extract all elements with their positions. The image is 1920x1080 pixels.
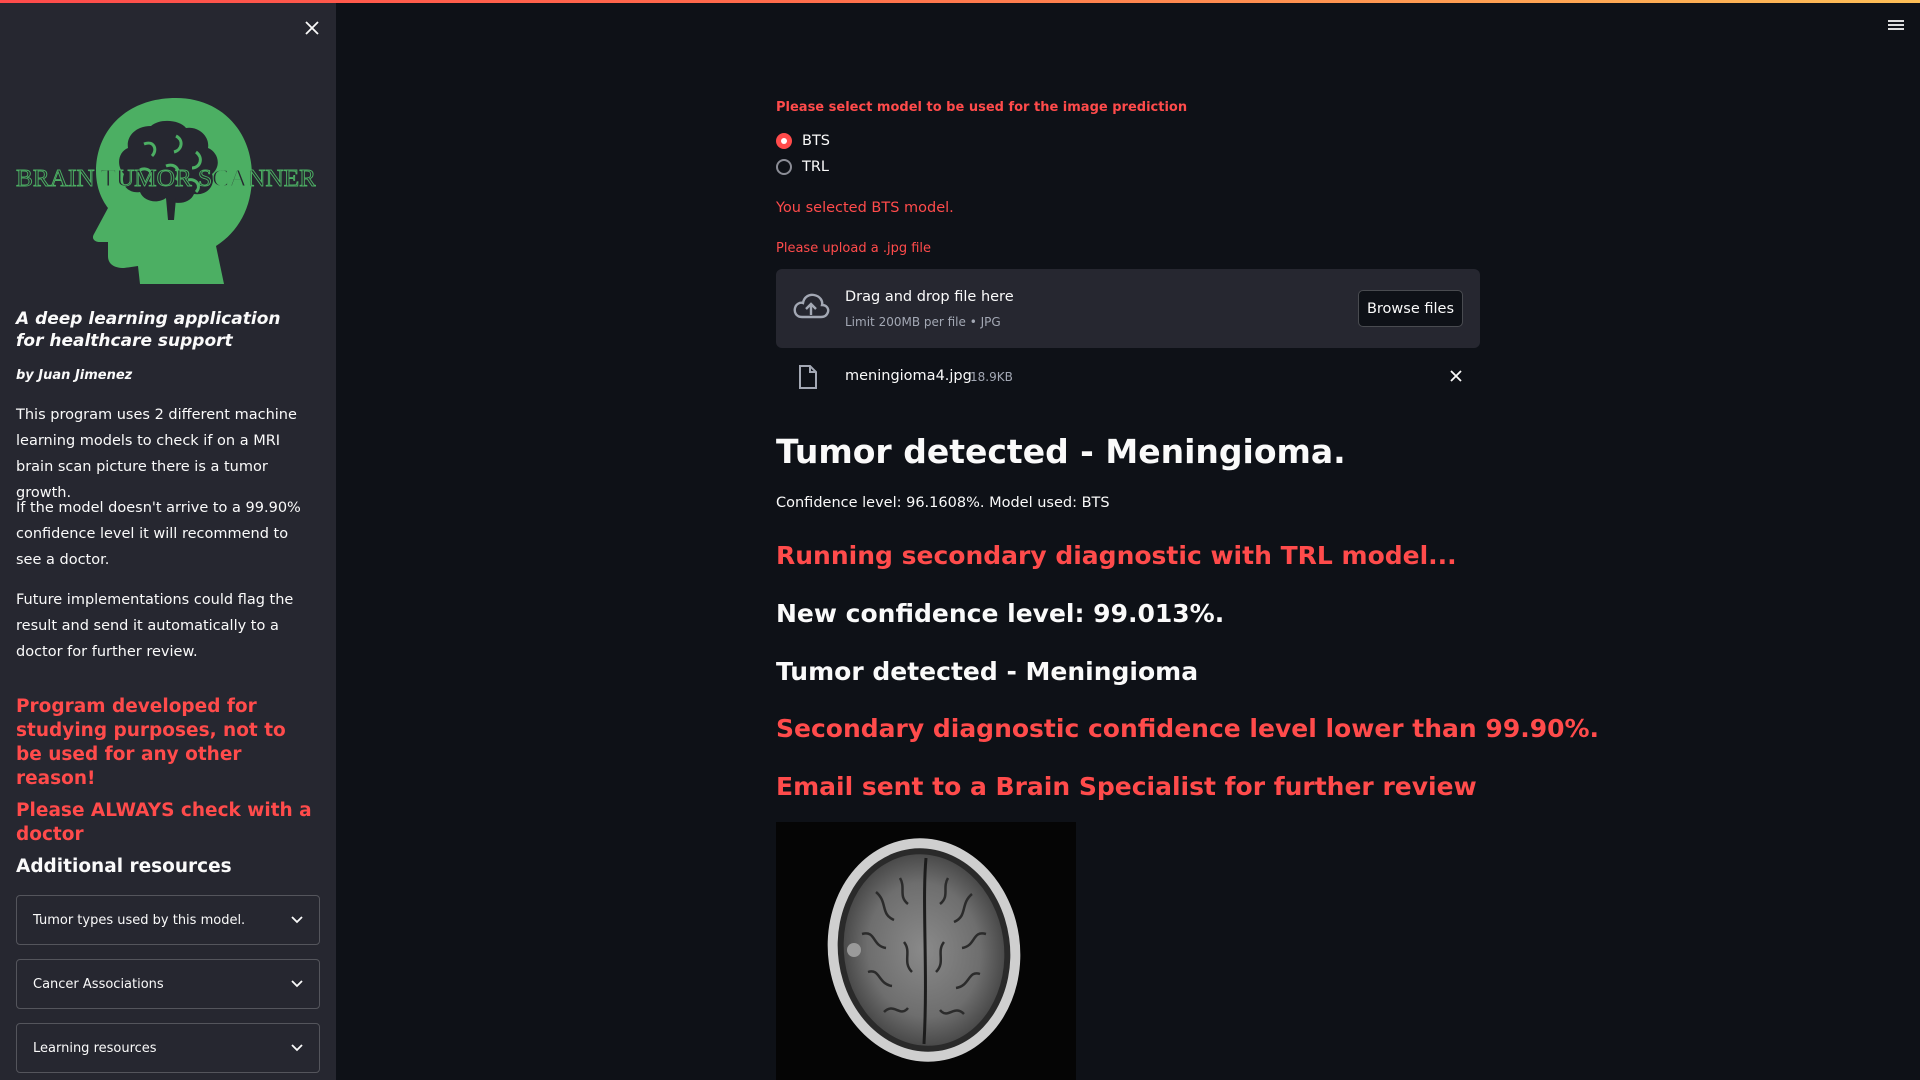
close-sidebar-button[interactable] <box>300 16 324 40</box>
brain-tumor-scanner-logo: BRAIN TUMOR SCANNER <box>16 96 316 286</box>
secondary-warning-heading: Secondary diagnostic confidence level lo… <box>776 714 1600 743</box>
future-paragraph: Future implementations could flag the re… <box>16 592 294 660</box>
model-select-label: Please select model to be used for the i… <box>776 100 1188 115</box>
chevron-down-icon <box>291 980 303 988</box>
study-purpose-warning: Program developed for studying purposes,… <box>16 696 286 789</box>
uploaded-file-name: meningioma4.jpg <box>845 368 972 384</box>
head-brain-logo-icon: BRAIN TUMOR SCANNER <box>16 98 316 284</box>
chevron-down-icon <box>291 916 303 924</box>
description-paragraph: This program uses 2 different machine le… <box>16 407 297 501</box>
app-tagline: A deep learning application for healthca… <box>16 309 281 351</box>
result-heading: Tumor detected - Meningioma. <box>776 432 1346 471</box>
confidence-text: Confidence level: 96.1608%. Model used: … <box>776 495 1110 511</box>
secondary-result-heading: Tumor detected - Meningioma <box>776 657 1199 686</box>
cloud-upload-icon <box>793 293 830 319</box>
dropzone-limit-text: Limit 200MB per file • JPG <box>845 315 1001 329</box>
expander-cancer-associations[interactable]: Cancer Associations <box>16 959 320 1009</box>
radio-label: BTS <box>802 133 831 149</box>
upload-prompt-label: Please upload a .jpg file <box>776 241 932 256</box>
expander-label: Tumor types used by this model. <box>33 912 246 928</box>
uploaded-file-row: meningioma4.jpg 18.9KB <box>776 360 1480 394</box>
main-menu-button[interactable] <box>1885 16 1907 34</box>
radio-option-trl[interactable]: TRL <box>776 159 829 175</box>
additional-resources-heading: Additional resources <box>16 856 232 877</box>
radio-button-selected[interactable] <box>776 133 792 149</box>
browse-files-button[interactable]: Browse files <box>1358 290 1463 327</box>
expander-label: Learning resources <box>33 1040 157 1056</box>
mri-scan-image <box>776 822 1076 1080</box>
uploaded-file-size: 18.9KB <box>970 370 1013 384</box>
close-icon <box>1450 370 1462 382</box>
remove-file-button[interactable] <box>1446 366 1466 386</box>
email-sent-heading: Email sent to a Brain Specialist for fur… <box>776 772 1477 801</box>
radio-button[interactable] <box>776 159 792 175</box>
threshold-paragraph: If the model doesn't arrive to a 99.90% … <box>16 500 301 568</box>
new-confidence-heading: New confidence level: 99.013%. <box>776 599 1225 628</box>
file-uploader-dropzone[interactable]: Drag and drop file here Limit 200MB per … <box>776 269 1480 348</box>
dropzone-title: Drag and drop file here <box>845 289 1014 305</box>
close-icon <box>305 21 319 35</box>
radio-label: TRL <box>802 159 830 175</box>
chevron-down-icon <box>291 1044 303 1052</box>
author-credit: by Juan Jimenez <box>16 368 133 383</box>
sidebar: BRAIN TUMOR SCANNER A deep learning appl… <box>0 0 336 1080</box>
expander-learning-resources[interactable]: Learning resources <box>16 1023 320 1073</box>
selected-model-message: You selected BTS model. <box>776 200 954 216</box>
expander-label: Cancer Associations <box>33 976 164 992</box>
top-decoration-bar <box>0 0 1920 3</box>
file-icon <box>799 365 817 389</box>
radio-option-bts[interactable]: BTS <box>776 133 830 149</box>
svg-text:BRAIN TUMOR SCANNER: BRAIN TUMOR SCANNER <box>16 166 316 192</box>
doctor-warning: Please ALWAYS check with a doctor <box>16 800 312 845</box>
hamburger-menu-icon <box>1888 20 1904 30</box>
expander-tumor-types[interactable]: Tumor types used by this model. <box>16 895 320 945</box>
secondary-running-heading: Running secondary diagnostic with TRL mo… <box>776 541 1457 570</box>
